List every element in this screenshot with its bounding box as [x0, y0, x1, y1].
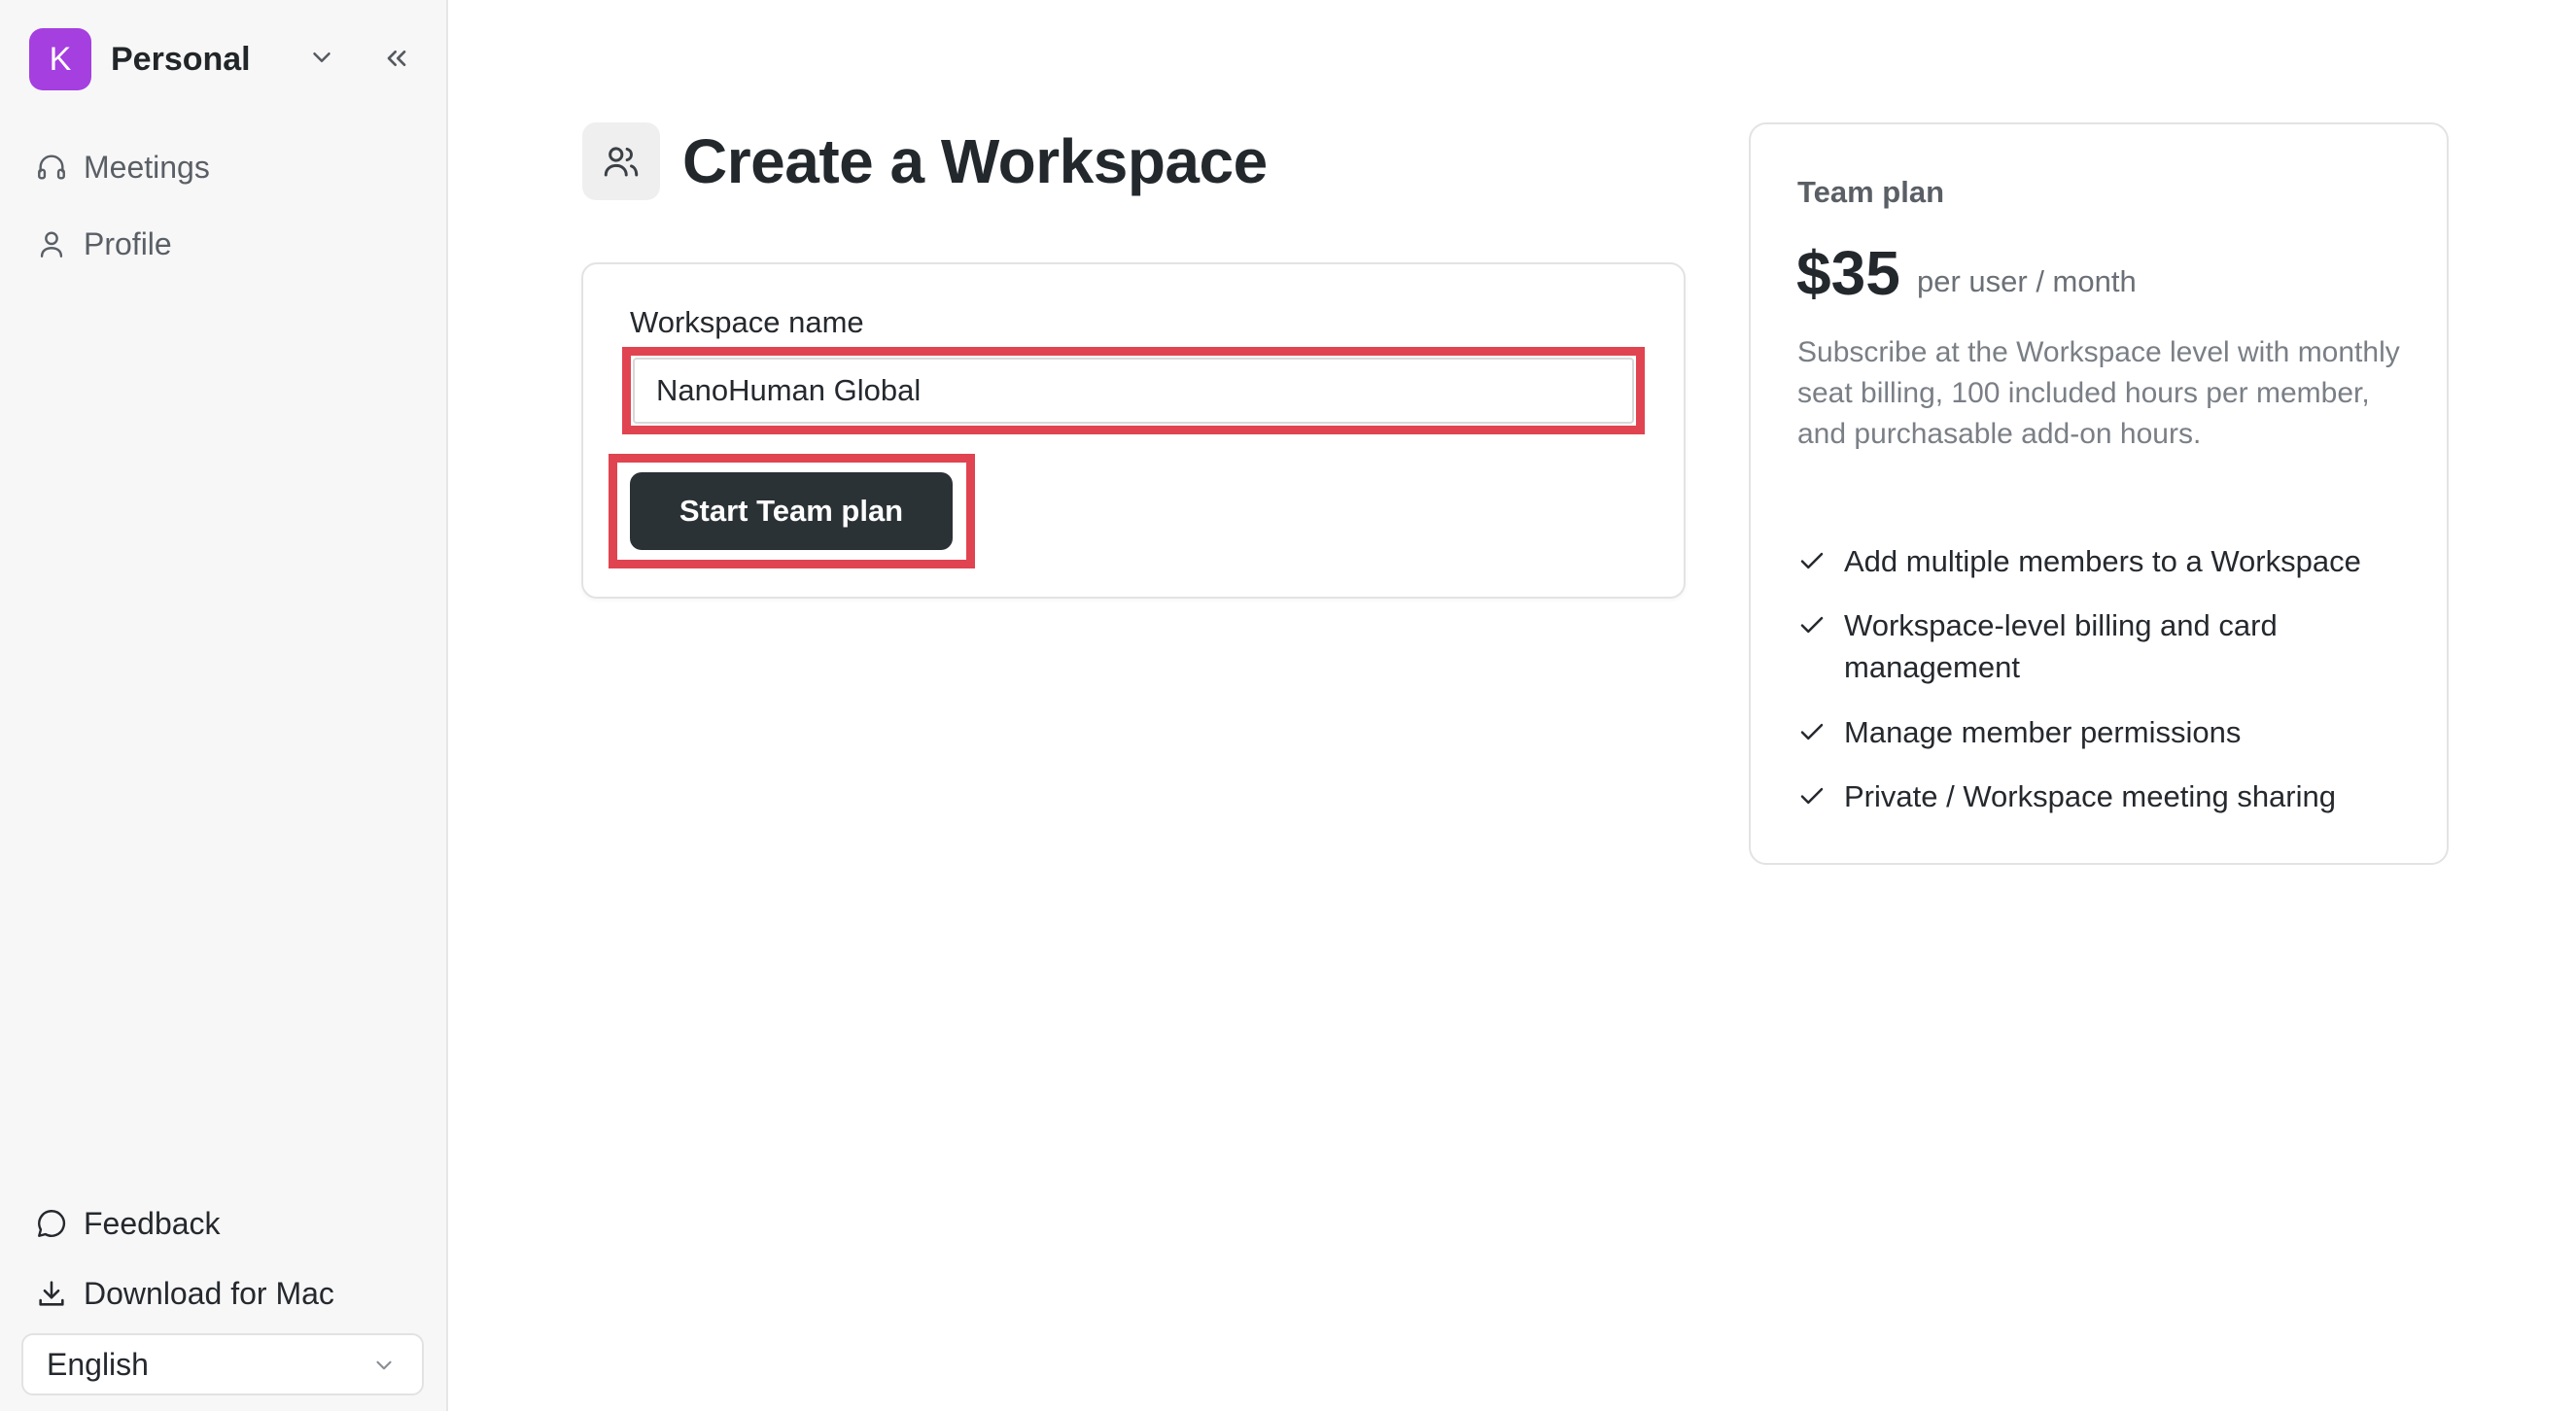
feature-text: Add multiple members to a Workspace	[1844, 544, 2361, 578]
workspace-name-label: Workspace name	[630, 305, 864, 339]
workspace-avatar: K	[29, 28, 91, 90]
start-team-plan-button[interactable]: Start Team plan	[630, 472, 953, 550]
user-icon	[40, 231, 63, 258]
feature-item: Workspace-level billing and card managem…	[1797, 604, 2427, 688]
sidebar-item-label: Meetings	[84, 149, 210, 185]
feature-item: Private / Workspace meeting sharing	[1797, 775, 2427, 817]
download-icon	[39, 1281, 64, 1306]
sidebar-item-label: Profile	[84, 225, 172, 261]
feature-item: Add multiple members to a Workspace	[1797, 540, 2427, 582]
sidebar-item-download[interactable]: Download for Mac	[35, 1269, 334, 1318]
plan-period: per user / month	[1917, 264, 2137, 298]
workspace-switcher[interactable]: K Personal	[29, 28, 251, 90]
sidebar-item-meetings[interactable]: Meetings	[35, 143, 210, 191]
plan-description: Subscribe at the Workspace level with mo…	[1797, 336, 2400, 450]
app-root: K Personal Meetings Profile Feedback Dow…	[0, 0, 2576, 1411]
workspace-name: Personal	[111, 40, 251, 78]
check-icon	[1800, 787, 1824, 805]
sidebar-item-label: Feedback	[84, 1205, 221, 1241]
sidebar-item-label: Download for Mac	[84, 1275, 334, 1311]
plan-name: Team plan	[1797, 175, 1945, 209]
headphones-icon	[38, 155, 65, 180]
plan-price: $35	[1796, 238, 1900, 308]
chevron-down-icon[interactable]	[307, 43, 336, 72]
feature-text: Manage member permissions	[1844, 715, 2242, 749]
chevron-down-icon	[376, 1360, 392, 1370]
workspace-name-input[interactable]	[633, 358, 1634, 424]
collapse-sidebar-icon[interactable]	[381, 43, 412, 74]
sidebar-item-profile[interactable]: Profile	[35, 220, 172, 268]
check-icon	[1800, 723, 1824, 740]
page-title: Create a Workspace	[682, 126, 1268, 196]
check-icon	[1800, 616, 1824, 634]
language-select[interactable]: English	[21, 1333, 424, 1395]
feature-text: Private / Workspace meeting sharing	[1844, 779, 2336, 813]
check-icon	[1800, 552, 1824, 569]
feature-text: Workspace-level billing and card managem…	[1844, 608, 2278, 684]
sidebar: K Personal Meetings Profile Feedback Dow…	[0, 0, 448, 1411]
language-value: English	[47, 1346, 149, 1382]
sidebar-item-feedback[interactable]: Feedback	[35, 1199, 221, 1248]
users-icon	[582, 122, 660, 200]
feature-item: Manage member permissions	[1797, 711, 2427, 753]
chat-bubble-icon	[38, 1210, 66, 1237]
plan-card	[1749, 122, 2449, 865]
